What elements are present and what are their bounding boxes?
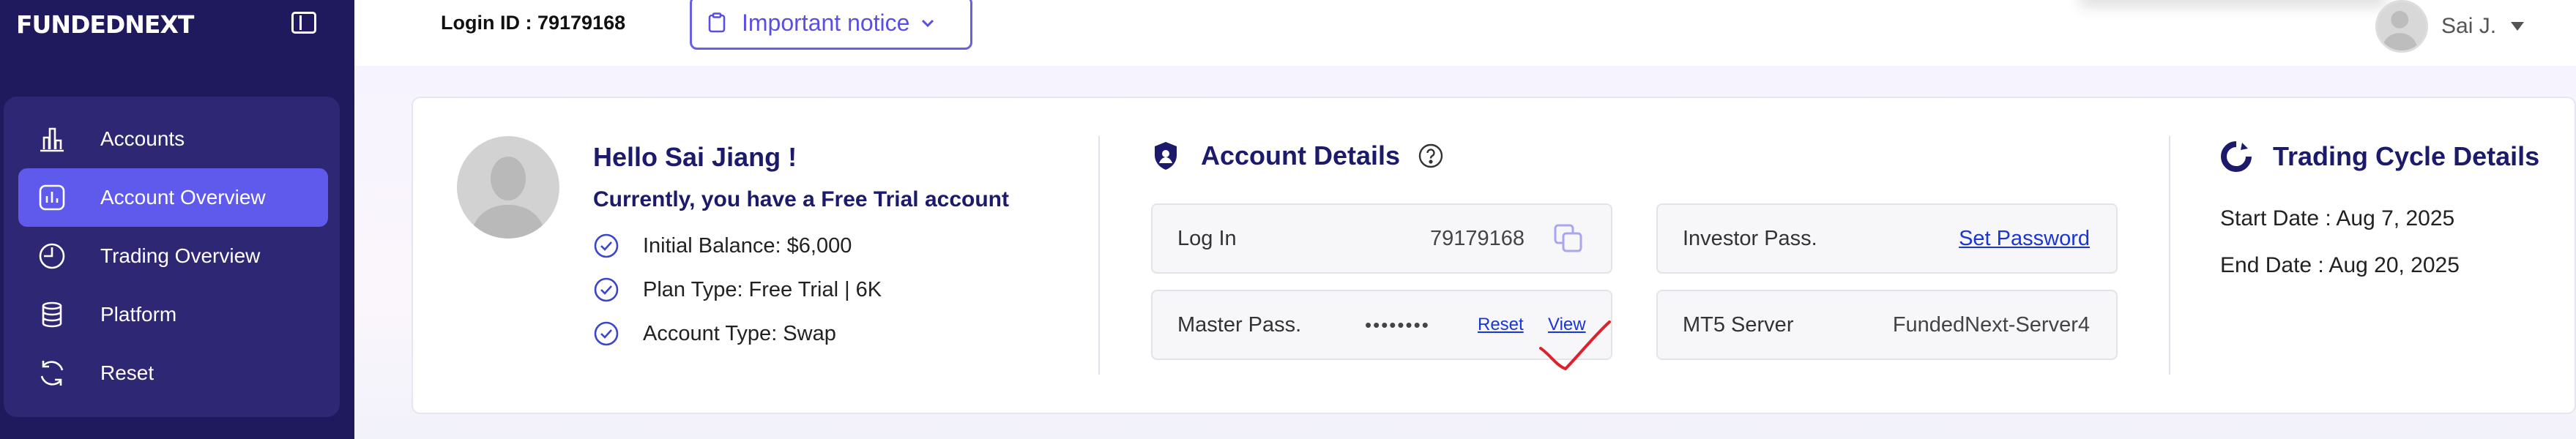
master-password-value: •••••••• — [1365, 313, 1430, 336]
investor-password-field: Investor Pass. Set Password — [1656, 203, 2118, 274]
account-details-heading: Account Details — [1201, 140, 1401, 170]
checkmark-annotation — [1539, 320, 1611, 371]
chevron-down-icon — [922, 19, 934, 28]
start-date: Start Date : Aug 7, 2025 — [2220, 206, 2455, 230]
sidebar-item-label: Accounts — [100, 127, 185, 150]
trading-cycle-heading: Trading Cycle Details — [2273, 141, 2540, 171]
user-name: Sai J. — [2441, 14, 2497, 38]
end-date: End Date : Aug 20, 2025 — [2220, 253, 2460, 277]
greeting: Hello Sai Jiang ! — [593, 142, 797, 172]
investor-password-label: Investor Pass. — [1683, 226, 1817, 250]
sidebar: FUNDEDNEXT Accounts Account Overview Tra… — [0, 0, 354, 439]
help-icon[interactable] — [1418, 143, 1444, 169]
trading-cycle-title: Trading Cycle Details — [2220, 140, 2539, 173]
clock-pie-icon — [37, 241, 67, 271]
master-password-label: Master Pass. — [1177, 312, 1302, 337]
avatar — [2375, 0, 2428, 53]
mt5-server-field: MT5 Server FundedNext-Server4 — [1656, 290, 2118, 360]
sidebar-item-label: Account Overview — [100, 186, 266, 209]
important-notice-button[interactable]: Important notice — [690, 0, 972, 50]
copy-icon[interactable] — [1552, 222, 1585, 255]
set-password-link[interactable]: Set Password — [1959, 227, 2090, 251]
login-field: Log In 79179168 — [1151, 203, 1612, 274]
initial-balance: Initial Balance: $6,000 — [643, 233, 852, 258]
sidebar-item-label: Reset — [100, 361, 155, 384]
shield-user-icon — [1155, 142, 1177, 170]
account-type: Account Type: Swap — [643, 321, 836, 345]
login-value: 79179168 — [1429, 226, 1525, 250]
database-icon — [37, 300, 67, 329]
account-type-subtitle: Currently, you have a Free Trial account — [593, 187, 1009, 211]
login-id-text: Login ID : 79179168 — [441, 12, 626, 34]
bar-chart-icon — [37, 124, 67, 154]
sidebar-nav: Accounts Account Overview Trading Overvi… — [4, 97, 340, 417]
check-circle-icon — [594, 233, 619, 258]
check-circle-icon — [594, 277, 619, 302]
login-label: Log In — [1177, 226, 1237, 250]
refresh-icon — [37, 359, 67, 388]
overview-icon — [37, 183, 67, 212]
sidebar-item-platform[interactable]: Platform — [18, 285, 328, 344]
sidebar-item-label: Trading Overview — [100, 244, 261, 267]
sidebar-item-account-overview[interactable]: Account Overview — [18, 168, 328, 227]
profile-avatar — [457, 136, 559, 239]
cycle-icon — [2221, 141, 2252, 172]
plan-type: Plan Type: Free Trial | 6K — [643, 277, 882, 301]
top-bar: Login ID : 79179168 Important notice — [354, 0, 2576, 66]
detail-row: Initial Balance: $6,000 — [593, 233, 852, 259]
sidebar-item-accounts[interactable]: Accounts — [18, 110, 328, 168]
mt5-server-label: MT5 Server — [1683, 312, 1794, 337]
sidebar-item-label: Platform — [100, 303, 177, 326]
reset-password-link[interactable]: Reset — [1478, 315, 1524, 335]
mt5-server-value: FundedNext-Server4 — [1892, 312, 2090, 337]
clipboard-icon — [708, 12, 726, 33]
important-notice-label: Important notice — [742, 9, 910, 36]
sidebar-collapse-icon[interactable] — [291, 12, 316, 34]
sidebar-item-reset[interactable]: Reset — [18, 344, 328, 402]
check-circle-icon — [594, 321, 619, 346]
account-details-title: Account Details — [1153, 140, 1444, 171]
user-menu[interactable]: Sai J. — [2375, 0, 2525, 53]
detail-row: Account Type: Swap — [593, 320, 836, 347]
app-logo: FUNDEDNEXT — [16, 10, 194, 39]
section-divider — [2169, 136, 2170, 375]
sidebar-item-trading-overview[interactable]: Trading Overview — [18, 227, 328, 285]
caret-down-icon — [2511, 22, 2525, 31]
section-divider — [1098, 136, 1100, 375]
detail-row: Plan Type: Free Trial | 6K — [593, 277, 882, 303]
